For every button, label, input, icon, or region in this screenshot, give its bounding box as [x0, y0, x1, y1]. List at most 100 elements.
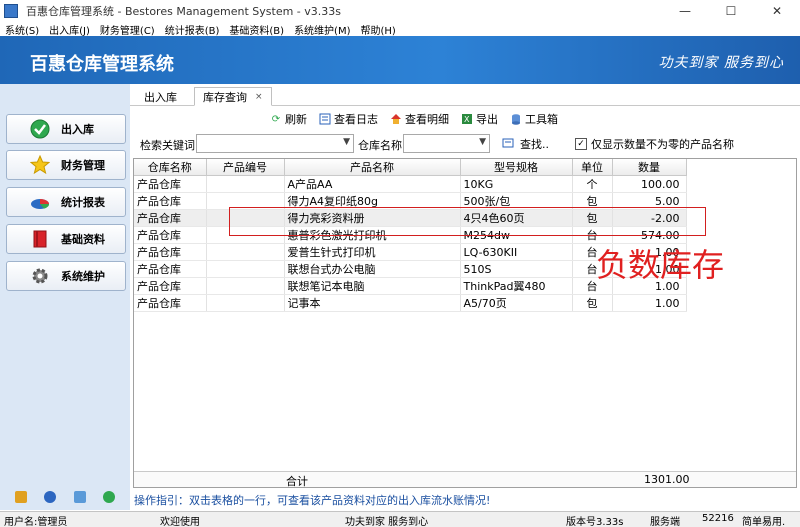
- table-cell: [206, 294, 285, 312]
- view-detail-label: 查看明细: [405, 113, 449, 126]
- menu-finance[interactable]: 财务管理(C): [95, 22, 160, 37]
- table-cell: ThinkPad翼480: [460, 277, 573, 295]
- status-server: 服务端: [650, 517, 680, 527]
- table-cell: 产品仓库: [134, 243, 207, 261]
- column-header[interactable]: 数量: [612, 159, 687, 176]
- table-cell: 爱普生针式打印机: [284, 243, 461, 261]
- table-cell: 产品仓库: [134, 277, 207, 295]
- highlight-box: [229, 207, 706, 236]
- column-header[interactable]: 产品名称: [284, 159, 461, 176]
- log-icon: [319, 113, 331, 125]
- export-icon: X: [461, 113, 473, 125]
- table-row[interactable]: 产品仓库 记事本 A5/70页包 1.00: [134, 294, 687, 312]
- status-bar: 用户名:管理员 欢迎使用 功夫到家 服务到心 版本号3.33s 服务端 5221…: [0, 511, 800, 527]
- table-cell: 产品仓库: [134, 226, 207, 244]
- refresh-button[interactable]: ⟳ 刷新: [270, 111, 307, 127]
- menu-reports[interactable]: 统计报表(B): [160, 22, 225, 37]
- status-port: 52216: [702, 513, 734, 524]
- database-icon: [510, 113, 522, 125]
- sidebar-item-basic-data[interactable]: 基础资料: [6, 224, 126, 254]
- warehouse-combo[interactable]: ▼: [403, 134, 490, 153]
- window-controls: — ☐ ✕: [662, 0, 800, 22]
- app-icon: [4, 4, 18, 18]
- table-cell: 510S: [460, 260, 573, 278]
- note-icon[interactable]: [14, 491, 27, 503]
- refresh-label: 刷新: [285, 113, 307, 126]
- table-cell: 产品仓库: [134, 192, 207, 210]
- menu-stock[interactable]: 出入库(J): [44, 22, 95, 37]
- window-title: 百惠仓库管理系统 - Bestores Management System - …: [26, 5, 341, 18]
- sidebar-item-maintenance[interactable]: 系统维护: [6, 261, 126, 291]
- sidebar-item-finance[interactable]: 财务管理: [6, 150, 126, 180]
- status-version: 版本号3.33s: [566, 517, 624, 527]
- table-cell: 产品仓库: [134, 209, 207, 227]
- view-log-label: 查看日志: [334, 113, 378, 126]
- clock-icon[interactable]: [44, 491, 57, 503]
- refresh-icon: ⟳: [271, 113, 281, 125]
- export-button[interactable]: X 导出: [461, 111, 498, 127]
- table-footer: 合计 1301.00: [134, 471, 796, 487]
- chevron-down-icon: ▼: [343, 137, 350, 147]
- menu-bar: 系统(S) 出入库(J) 财务管理(C) 统计报表(B) 基础资料(B) 系统维…: [0, 22, 800, 37]
- tab-label: 出入库: [144, 90, 177, 104]
- status-welcome: 欢迎使用: [160, 517, 200, 527]
- tab-stock-query[interactable]: 库存查询 ×: [194, 87, 272, 106]
- tab-strip: 出入库 库存查询 ×: [130, 84, 800, 106]
- tab-close-icon[interactable]: ×: [255, 92, 263, 102]
- find-icon: [502, 137, 514, 152]
- table-cell: 100.00: [612, 175, 687, 193]
- status-user: 用户名:管理员: [4, 517, 68, 527]
- find-button[interactable]: 查找..: [502, 136, 549, 152]
- toolbox-label: 工具箱: [525, 113, 558, 126]
- tab-stock-io[interactable]: 出入库: [136, 87, 185, 106]
- keyword-label: 检索关键词: [140, 139, 195, 152]
- banner-slogan: 功夫到家 服务到心: [658, 55, 784, 71]
- table-cell: 1.00: [612, 294, 687, 312]
- nonzero-checkbox[interactable]: ✓: [575, 138, 587, 150]
- power-icon[interactable]: [103, 491, 116, 503]
- table-cell: A5/70页: [460, 294, 573, 312]
- monitor-icon[interactable]: [73, 491, 86, 503]
- annotation-text: 负数库存: [596, 246, 725, 284]
- sidebar: 出入库 财务管理 统计报表 基础资料 系统维护: [0, 84, 130, 484]
- table-cell: A产品AA: [284, 175, 461, 193]
- table-cell: 包: [572, 294, 613, 312]
- sidebar-item-reports[interactable]: 统计报表: [6, 187, 126, 217]
- column-header[interactable]: 单位: [572, 159, 613, 176]
- table-cell: 记事本: [284, 294, 461, 312]
- hint-bar: 操作指引：双击表格的一行，可查看该产品资料对应的出入库流水账情况!: [130, 491, 800, 509]
- menu-help[interactable]: 帮助(H): [356, 22, 401, 37]
- menu-maintenance[interactable]: 系统维护(M): [289, 22, 355, 37]
- maximize-button[interactable]: ☐: [708, 0, 754, 22]
- book-icon: [29, 228, 51, 250]
- pie-chart-icon: [29, 191, 51, 213]
- keyword-combo[interactable]: ▼: [196, 134, 354, 153]
- sidebar-quick-icons: [0, 484, 130, 510]
- window-title-bar: 百惠仓库管理系统 - Bestores Management System - …: [0, 0, 800, 22]
- check-icon: [29, 118, 51, 140]
- menu-system[interactable]: 系统(S): [0, 22, 44, 37]
- svg-text:X: X: [464, 115, 470, 124]
- column-header[interactable]: 型号规格: [460, 159, 573, 176]
- table-cell: 产品仓库: [134, 294, 207, 312]
- chevron-down-icon: ▼: [479, 137, 486, 147]
- minimize-button[interactable]: —: [662, 0, 708, 22]
- view-log-button[interactable]: 查看日志: [319, 111, 378, 127]
- table-header: 仓库名称 产品编号 产品名称 型号规格 单位 数量: [134, 159, 687, 176]
- house-icon: [390, 113, 402, 125]
- column-header[interactable]: 产品编号: [206, 159, 285, 176]
- tab-label: 库存查询: [203, 90, 247, 104]
- menu-basic-data[interactable]: 基础资料(B): [224, 22, 289, 37]
- sidebar-item-label: 系统维护: [61, 270, 105, 283]
- hint-text: 操作指引：双击表格的一行，可查看该产品资料对应的出入库流水账情况!: [134, 494, 491, 507]
- view-detail-button[interactable]: 查看明细: [390, 111, 449, 127]
- warehouse-label: 仓库名称: [358, 139, 402, 152]
- sidebar-item-stock[interactable]: 出入库: [6, 114, 126, 144]
- nonzero-filter[interactable]: ✓ 仅显示数量不为零的产品名称: [575, 136, 734, 152]
- table-row[interactable]: 产品仓库 A产品AA 10KG 个 100.00: [134, 175, 687, 193]
- table-cell: [206, 277, 285, 295]
- close-button[interactable]: ✕: [754, 0, 800, 22]
- column-header[interactable]: 仓库名称: [134, 159, 207, 176]
- toolbox-button[interactable]: 工具箱: [510, 111, 558, 127]
- table-cell: [206, 243, 285, 261]
